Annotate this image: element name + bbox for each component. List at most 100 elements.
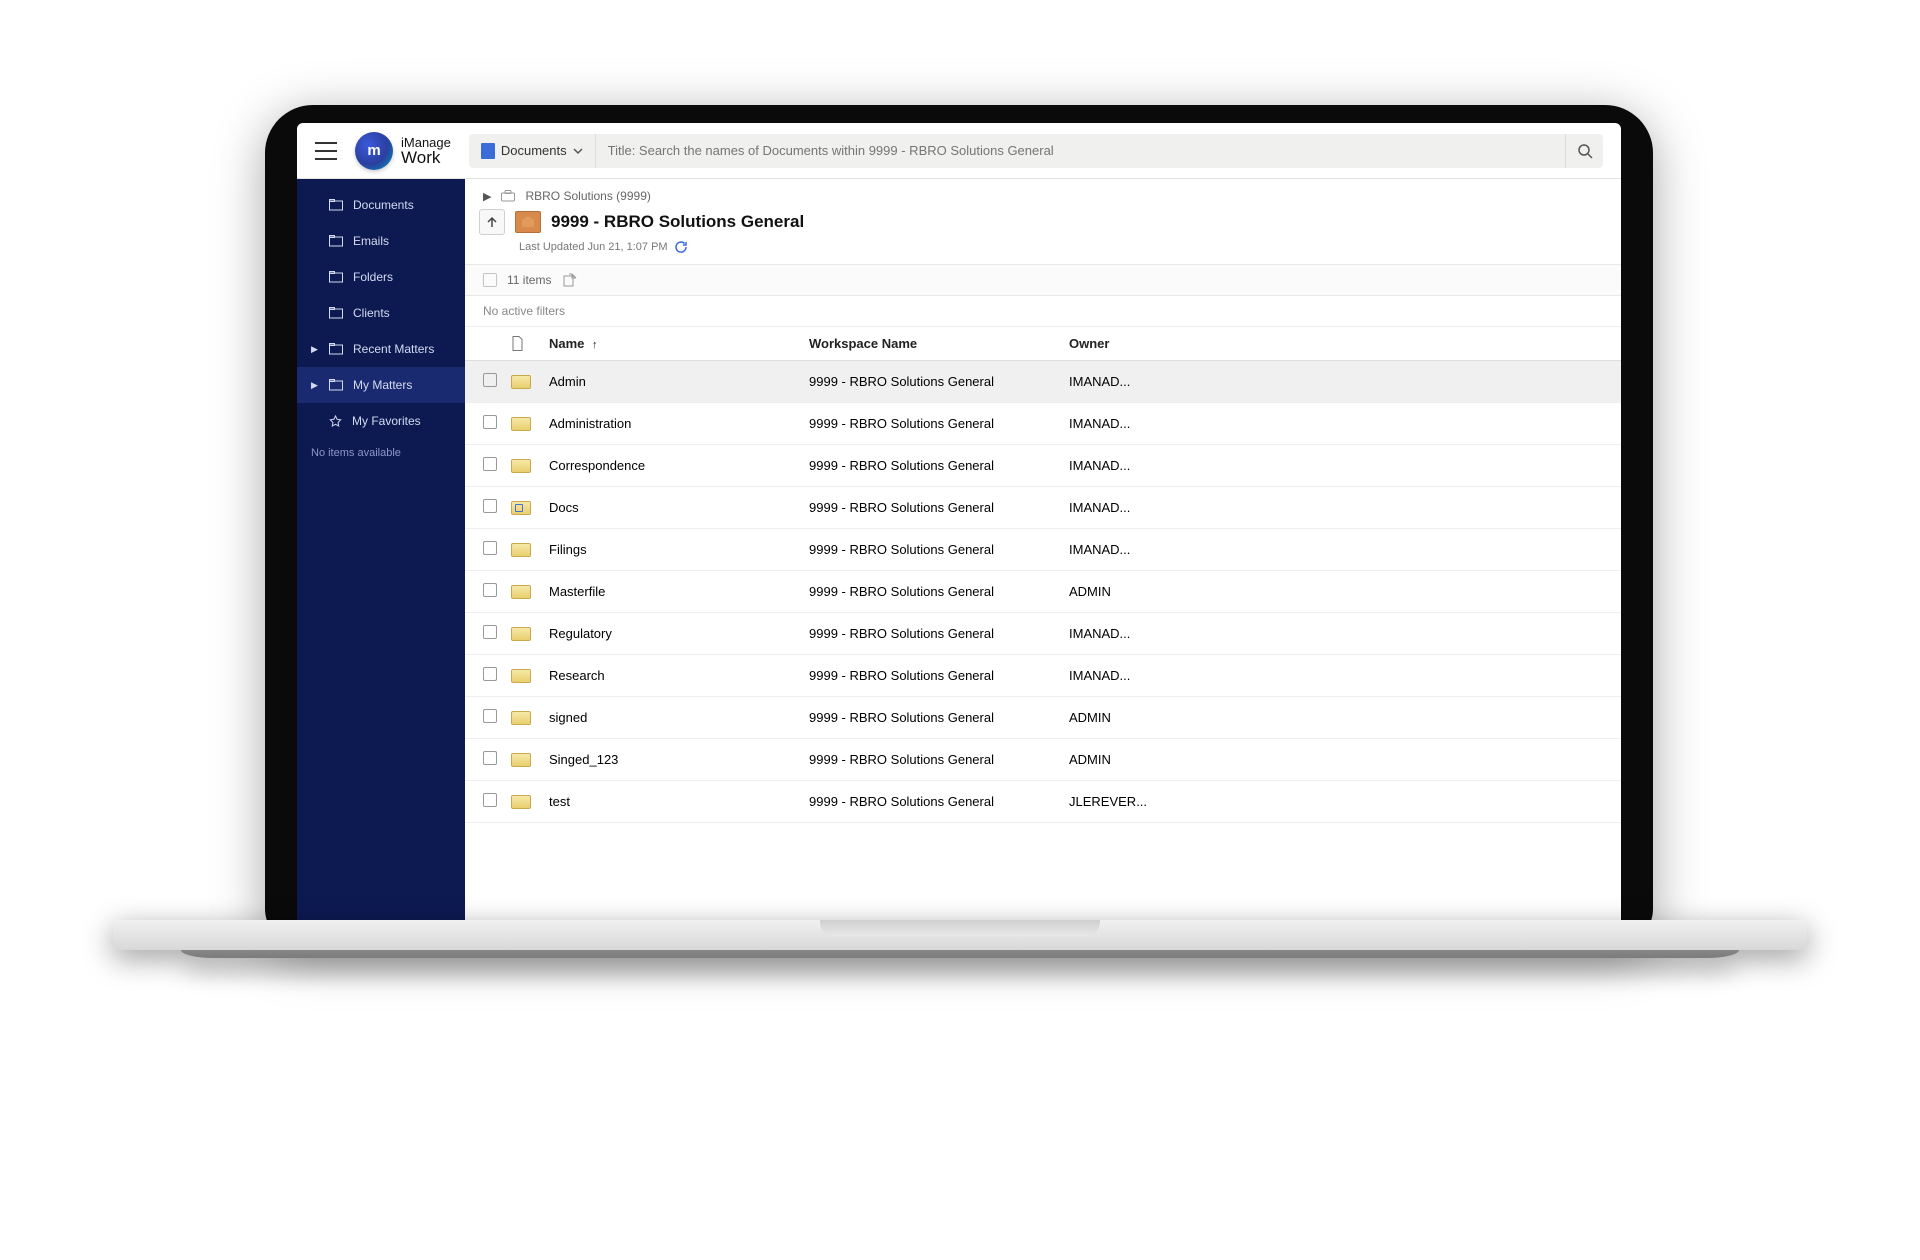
cell-name: signed bbox=[549, 710, 809, 725]
refresh-icon[interactable] bbox=[674, 240, 688, 254]
body: DocumentsEmailsFolders Clients ▶Recent Mat… bbox=[297, 179, 1621, 935]
folder-icon bbox=[511, 459, 531, 473]
cell-owner: IMANAD... bbox=[1069, 500, 1229, 515]
table-row[interactable]: Masterfile9999 - RBRO Solutions GeneralA… bbox=[465, 571, 1621, 613]
row-checkbox[interactable] bbox=[483, 793, 497, 807]
caret-right-icon: ▶ bbox=[311, 344, 319, 355]
document-icon bbox=[481, 143, 495, 159]
table-row[interactable]: signed9999 - RBRO Solutions GeneralADMIN bbox=[465, 697, 1621, 739]
sidebar-item[interactable]: My Favorites bbox=[297, 403, 465, 439]
sidebar-item[interactable]: ▶My Matters bbox=[297, 367, 465, 403]
toolbar: 11 items bbox=[465, 264, 1621, 296]
menu-icon[interactable] bbox=[315, 142, 337, 160]
cell-name: Singed_123 bbox=[549, 752, 809, 767]
sidebar-item[interactable]: Clients bbox=[297, 295, 465, 331]
row-checkbox[interactable] bbox=[483, 415, 497, 429]
table-row[interactable]: Admin9999 - RBRO Solutions GeneralIMANAD… bbox=[465, 361, 1621, 403]
sidebar-empty-text: No items available bbox=[297, 439, 465, 467]
table-row[interactable]: test9999 - RBRO Solutions GeneralJLEREVE… bbox=[465, 781, 1621, 823]
row-checkbox[interactable] bbox=[483, 751, 497, 765]
row-checkbox[interactable] bbox=[483, 625, 497, 639]
sidebar-item-label: Clients bbox=[353, 306, 390, 320]
row-checkbox[interactable] bbox=[483, 541, 497, 555]
filter-text: No active filters bbox=[483, 304, 565, 318]
cell-owner: JLEREVER... bbox=[1069, 794, 1229, 809]
cell-name: Correspondence bbox=[549, 458, 809, 473]
table-row[interactable]: Research9999 - RBRO Solutions GeneralIMA… bbox=[465, 655, 1621, 697]
search-button[interactable] bbox=[1565, 134, 1603, 168]
search-input[interactable] bbox=[596, 134, 1565, 168]
title-row: 9999 - RBRO Solutions General bbox=[465, 207, 1621, 237]
select-all-checkbox[interactable] bbox=[483, 273, 497, 287]
cell-name: Admin bbox=[549, 374, 809, 389]
caret-right-icon: ▶ bbox=[311, 380, 319, 391]
row-checkbox[interactable] bbox=[483, 373, 497, 387]
table-body: Admin9999 - RBRO Solutions GeneralIMANAD… bbox=[465, 361, 1621, 823]
cell-workspace: 9999 - RBRO Solutions General bbox=[809, 416, 1069, 431]
row-checkbox[interactable] bbox=[483, 667, 497, 681]
page-title: 9999 - RBRO Solutions General bbox=[551, 212, 804, 232]
logo-mark: m bbox=[355, 132, 393, 170]
search-scope-select[interactable]: Documents bbox=[469, 134, 596, 168]
cell-name: Masterfile bbox=[549, 584, 809, 599]
cell-workspace: 9999 - RBRO Solutions General bbox=[809, 626, 1069, 641]
table-row[interactable]: Administration9999 - RBRO Solutions Gene… bbox=[465, 403, 1621, 445]
cell-owner: IMANAD... bbox=[1069, 374, 1229, 389]
table-row[interactable]: Docs9999 - RBRO Solutions GeneralIMANAD.… bbox=[465, 487, 1621, 529]
table-row[interactable]: Correspondence9999 - RBRO Solutions Gene… bbox=[465, 445, 1621, 487]
cell-owner: ADMIN bbox=[1069, 710, 1229, 725]
col-name[interactable]: Name ↑ bbox=[549, 336, 809, 351]
col-name-label: Name bbox=[549, 336, 584, 351]
export-icon[interactable] bbox=[563, 273, 577, 287]
search-bar: Documents bbox=[469, 134, 1603, 168]
table-row[interactable]: Singed_1239999 - RBRO Solutions GeneralA… bbox=[465, 739, 1621, 781]
folder-icon bbox=[511, 627, 531, 641]
folder-icon bbox=[511, 753, 531, 767]
cell-workspace: 9999 - RBRO Solutions General bbox=[809, 710, 1069, 725]
updated-text: Last Updated Jun 21, 1:07 PM bbox=[519, 241, 668, 253]
sidebar-item[interactable]: Emails bbox=[297, 223, 465, 259]
screen: m iManage Work Documents bbox=[297, 123, 1621, 935]
cell-workspace: 9999 - RBRO Solutions General bbox=[809, 500, 1069, 515]
main: ▶ RBRO Solutions (9999) 9999 - RBRO Solu… bbox=[465, 179, 1621, 935]
search-icon bbox=[1577, 143, 1593, 159]
cell-owner: IMANAD... bbox=[1069, 458, 1229, 473]
folder-icon bbox=[329, 307, 343, 319]
cell-workspace: 9999 - RBRO Solutions General bbox=[809, 794, 1069, 809]
table-row[interactable]: Regulatory9999 - RBRO Solutions GeneralI… bbox=[465, 613, 1621, 655]
folder-icon bbox=[329, 199, 343, 211]
logo: m iManage Work bbox=[355, 132, 451, 170]
chevron-down-icon bbox=[573, 146, 583, 156]
sidebar-item-label: My Favorites bbox=[352, 414, 421, 428]
col-owner[interactable]: Owner bbox=[1069, 336, 1229, 351]
cell-workspace: 9999 - RBRO Solutions General bbox=[809, 584, 1069, 599]
col-workspace[interactable]: Workspace Name bbox=[809, 336, 1069, 351]
folder-icon bbox=[511, 543, 531, 557]
sidebar-item[interactable]: ▶Recent Matters bbox=[297, 331, 465, 367]
sort-asc-icon: ↑ bbox=[592, 339, 598, 351]
cell-owner: IMANAD... bbox=[1069, 416, 1229, 431]
row-checkbox[interactable] bbox=[483, 709, 497, 723]
item-count: 11 items bbox=[507, 273, 551, 287]
cell-name: Filings bbox=[549, 542, 809, 557]
cell-name: Research bbox=[549, 668, 809, 683]
search-scope-label: Documents bbox=[501, 143, 567, 158]
table-row[interactable]: Filings9999 - RBRO Solutions GeneralIMAN… bbox=[465, 529, 1621, 571]
up-button[interactable] bbox=[479, 209, 505, 235]
row-checkbox[interactable] bbox=[483, 499, 497, 513]
folder-icon bbox=[329, 379, 343, 391]
folder-icon bbox=[511, 585, 531, 599]
folder-icon bbox=[511, 669, 531, 683]
sidebar-item[interactable]: Folders bbox=[297, 259, 465, 295]
row-checkbox[interactable] bbox=[483, 583, 497, 597]
folder-icon bbox=[329, 271, 343, 283]
cell-workspace: 9999 - RBRO Solutions General bbox=[809, 374, 1069, 389]
caret-right-icon[interactable]: ▶ bbox=[483, 190, 491, 203]
row-checkbox[interactable] bbox=[483, 457, 497, 471]
breadcrumb-client[interactable]: RBRO Solutions (9999) bbox=[525, 189, 650, 203]
folder-icon bbox=[511, 795, 531, 809]
cell-owner: ADMIN bbox=[1069, 752, 1229, 767]
sidebar-item[interactable]: Documents bbox=[297, 187, 465, 223]
folder-icon bbox=[511, 711, 531, 725]
breadcrumb: ▶ RBRO Solutions (9999) bbox=[465, 179, 1621, 207]
